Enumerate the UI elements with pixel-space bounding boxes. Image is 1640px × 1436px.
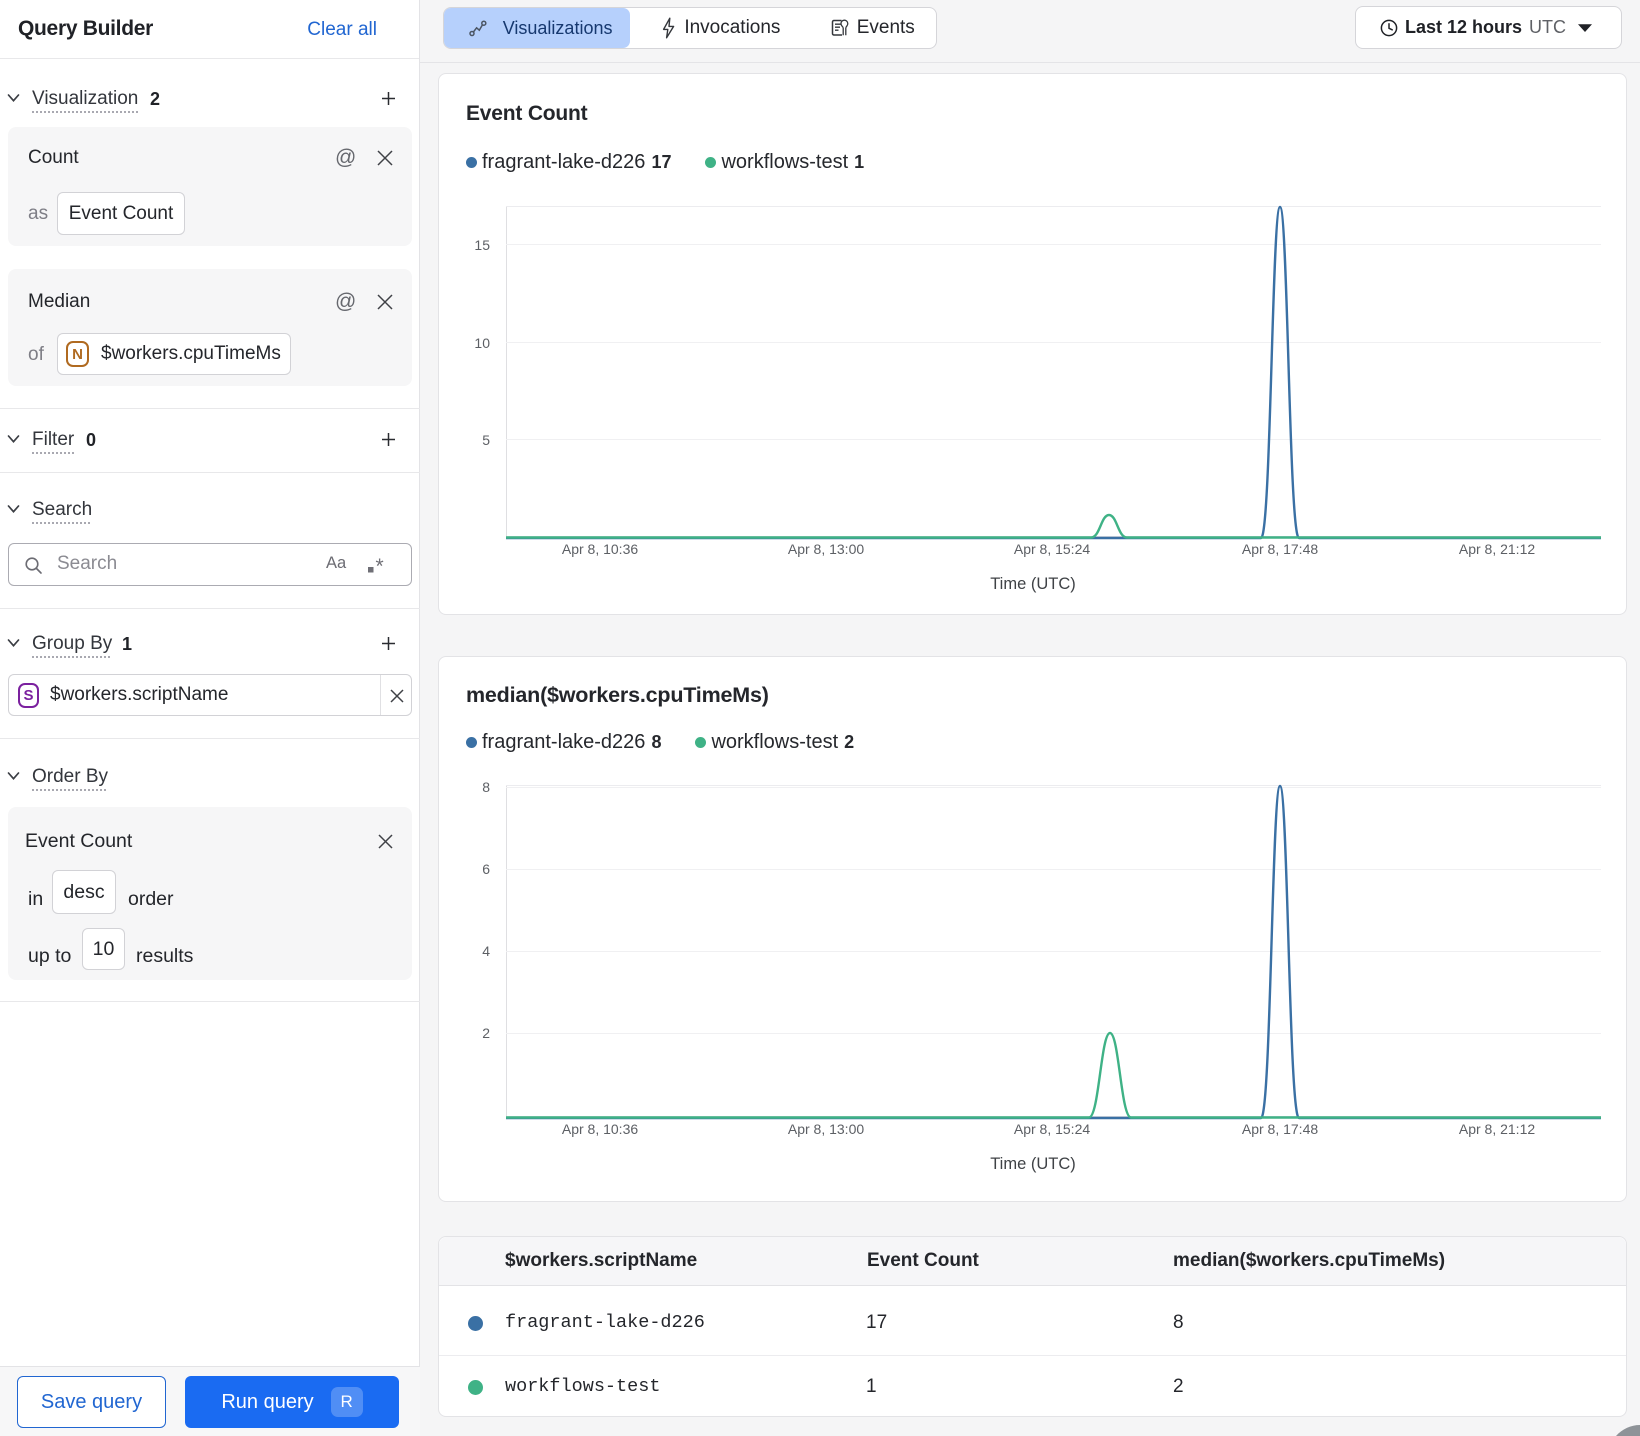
svg-text:10: 10	[474, 335, 490, 351]
svg-text:Time (UTC): Time (UTC)	[990, 1155, 1076, 1173]
svg-text:Apr 8, 21:12: Apr 8, 21:12	[1459, 541, 1535, 557]
svg-text:Apr 8, 15:24: Apr 8, 15:24	[1014, 541, 1090, 557]
svg-text:Time (UTC): Time (UTC)	[990, 575, 1076, 593]
svg-text:5: 5	[482, 432, 490, 448]
svg-text:15: 15	[474, 237, 490, 253]
svg-text:Apr 8, 21:12: Apr 8, 21:12	[1459, 1121, 1535, 1137]
svg-text:Apr 8, 17:48: Apr 8, 17:48	[1242, 541, 1318, 557]
svg-text:*: *	[376, 555, 384, 576]
svg-text:Apr 8, 10:36: Apr 8, 10:36	[562, 1121, 638, 1137]
svg-text:Apr 8, 17:48: Apr 8, 17:48	[1242, 1121, 1318, 1137]
svg-text:8: 8	[482, 779, 490, 795]
svg-text:Apr 8, 15:24: Apr 8, 15:24	[1014, 1121, 1090, 1137]
svg-text:6: 6	[482, 861, 490, 877]
svg-text:Apr 8, 10:36: Apr 8, 10:36	[562, 541, 638, 557]
svg-text:Apr 8, 13:00: Apr 8, 13:00	[788, 541, 864, 557]
svg-text:2: 2	[482, 1025, 490, 1041]
svg-text:4: 4	[482, 943, 490, 959]
svg-text:Apr 8, 13:00: Apr 8, 13:00	[788, 1121, 864, 1137]
